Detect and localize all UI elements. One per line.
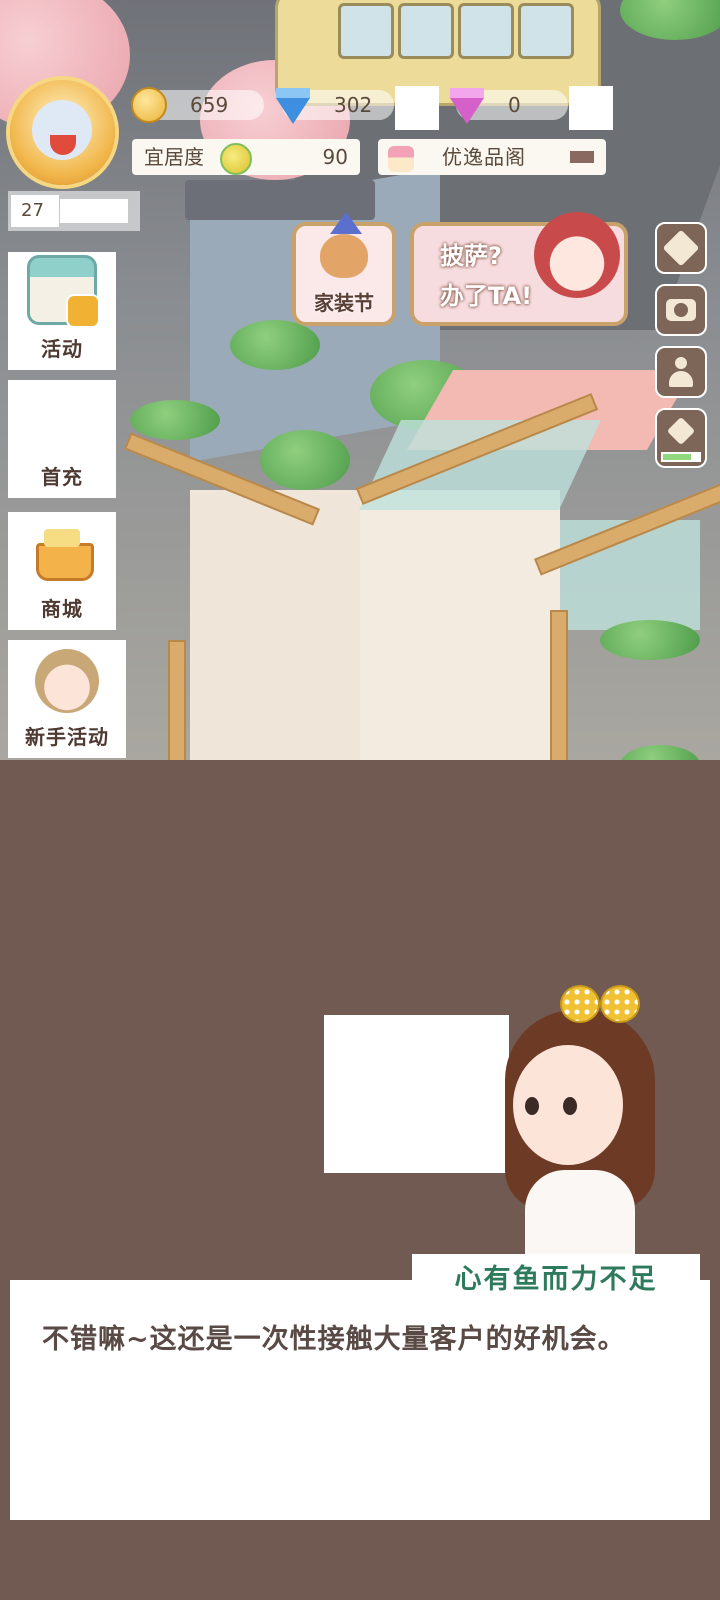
calendar-gift-icon [27,255,100,328]
storage-icon [666,416,696,446]
shopping-cart-icon [30,521,94,585]
pink-gem-counter[interactable]: 0 [450,88,568,124]
child-avatar-icon [35,649,99,713]
diamond-add-button[interactable] [395,86,439,130]
side-label-activity: 活动 [41,337,83,361]
comfort-value: 90 [322,145,348,169]
side-button-activity[interactable]: 活动 [8,252,116,370]
speaker-character [505,985,665,1260]
shop-label: 优逸品阁 [442,145,526,169]
corgi-icon [320,234,368,278]
vine [620,745,700,760]
storage-button[interactable] [655,408,707,468]
room-wall-right [360,490,560,760]
side-button-newbie[interactable]: 新手活动 [8,640,126,758]
speaker-portrait-placeholder [324,1015,509,1173]
side-label-newbie: 新手活动 [25,725,109,749]
hedge [230,320,320,370]
dialog-text: 不错嘛~这还是一次性接触大量客户的好机会。 [42,1324,626,1355]
comfort-panel[interactable]: 宜居度 90 [132,139,360,175]
house-icon [388,139,414,175]
shop-panel[interactable]: 优逸品阁 [378,139,606,175]
vine [130,400,220,440]
home-festival-event[interactable]: 家装节 [292,212,396,326]
hedge [260,430,350,490]
comfort-face-icon [220,139,252,175]
pergola-post [550,610,568,760]
side-label-first-recharge: 首充 [41,465,83,489]
shop-indicator [570,151,594,163]
yellow-bow-icon [560,985,640,1025]
box-icon [662,229,700,267]
pizza-event[interactable]: 披萨? 办了TA! [410,212,628,326]
pizza-line-1: 披萨? [440,242,502,270]
pink-gem-icon [448,88,486,130]
speaker-name: 心有鱼而力不足 [412,1254,700,1304]
room-wall-left [190,490,360,760]
vine [600,620,700,660]
side-button-first-recharge[interactable]: 首充 [8,380,116,498]
coin-counter[interactable]: 659 [131,87,264,123]
storage-capacity-bar [661,452,701,462]
blue-diamond-icon [274,88,312,130]
pink-gem-value: 0 [508,93,521,117]
coin-icon [130,86,168,124]
pink-gem-add-button[interactable] [569,86,613,130]
diamond-counter[interactable]: 302 [276,88,394,124]
camera-button[interactable] [655,284,707,336]
side-label-shop: 商城 [41,597,83,621]
person-icon [669,357,693,387]
diamond-value: 302 [334,93,373,117]
box-button[interactable] [655,222,707,274]
greenhouse-glass [359,420,601,510]
coin-value: 659 [190,93,229,117]
level-panel[interactable]: 27 [8,191,140,231]
side-button-shop[interactable]: 商城 [8,512,116,630]
wizard-hat-icon [330,212,362,234]
profile-button[interactable] [655,346,707,398]
exp-bar [60,199,128,223]
dialog-box[interactable]: 不错嘛~这还是一次性接触大量客户的好机会。 [10,1280,710,1520]
red-hair-girl-icon [534,212,620,298]
pergola-post [168,640,186,760]
camera-icon [666,299,696,321]
player-avatar[interactable] [10,80,115,185]
level-number: 27 [11,195,59,227]
pizza-line-2: 办了TA! [440,282,533,310]
comfort-label: 宜居度 [144,145,204,169]
home-festival-label: 家装节 [314,291,374,315]
